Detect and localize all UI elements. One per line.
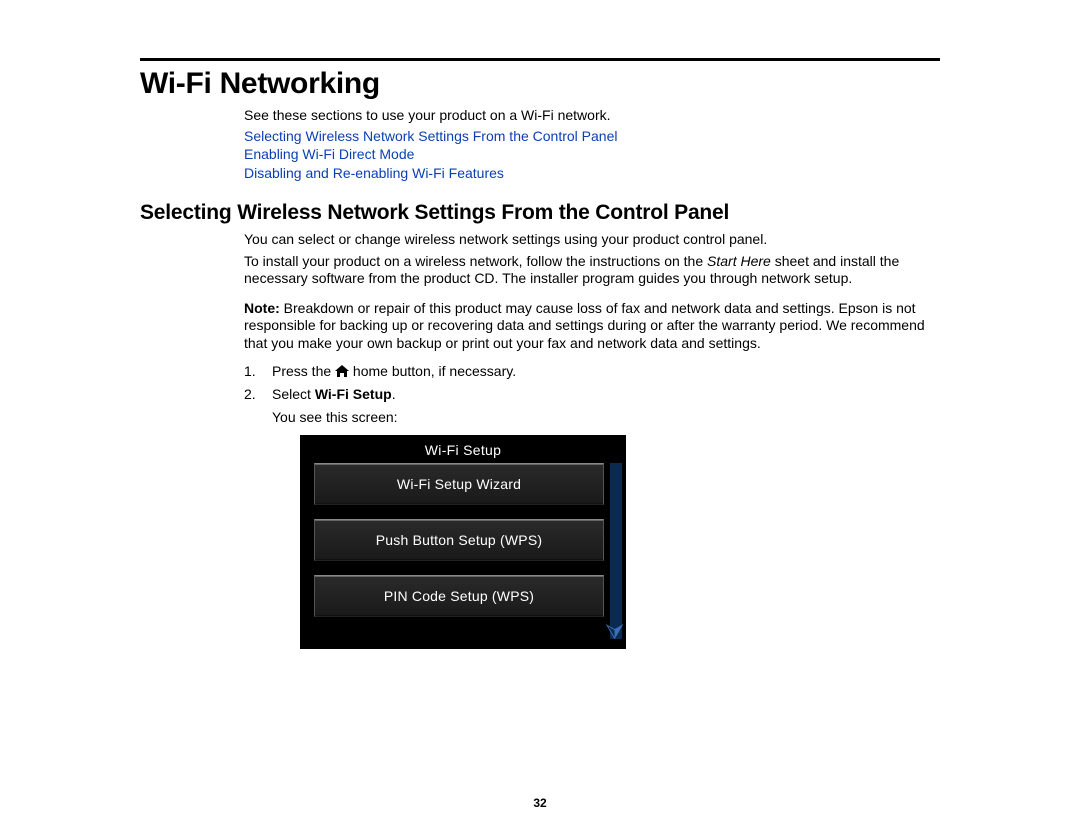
lcd-item-wizard: Wi-Fi Setup Wizard	[314, 463, 604, 505]
link-enable-wifi-direct[interactable]: Enabling Wi-Fi Direct Mode	[244, 145, 940, 164]
step-1: 1. Press the home button, if necessary.	[244, 362, 940, 381]
step-2-number: 2.	[244, 385, 256, 404]
step-2: 2. Select Wi-Fi Setup. You see this scre…	[244, 385, 940, 649]
step-1b: home button, if necessary.	[353, 363, 516, 379]
link-select-wireless[interactable]: Selecting Wireless Network Settings From…	[244, 127, 940, 146]
para-2a: To install your product on a wireless ne…	[244, 253, 707, 269]
top-rule	[140, 58, 940, 61]
lcd-screenshot: Wi-Fi Setup Wi-Fi Setup Wizard Push Butt…	[300, 435, 626, 649]
note-text: Breakdown or repair of this product may …	[244, 300, 925, 351]
page-number: 32	[0, 796, 1080, 810]
section-body: You can select or change wireless networ…	[244, 231, 940, 649]
intro-text: See these sections to use your product o…	[244, 107, 940, 125]
lcd-item-push-button: Push Button Setup (WPS)	[314, 519, 604, 561]
step-1-number: 1.	[244, 362, 256, 381]
start-here-italic: Start Here	[707, 253, 771, 269]
link-disable-reenable-wifi[interactable]: Disabling and Re-enabling Wi-Fi Features	[244, 164, 940, 183]
para-2: To install your product on a wireless ne…	[244, 253, 940, 288]
home-icon	[335, 363, 349, 375]
section-heading: Selecting Wireless Network Settings From…	[140, 201, 940, 225]
step-2b: .	[392, 386, 396, 402]
intro-block: See these sections to use your product o…	[244, 107, 940, 183]
lcd-title: Wi-Fi Setup	[300, 435, 626, 464]
lcd-scrollbar	[610, 463, 622, 639]
para-1: You can select or change wireless networ…	[244, 231, 940, 249]
step-2-sub: You see this screen:	[272, 408, 940, 427]
note-label: Note:	[244, 300, 280, 316]
step-1a: Press the	[272, 363, 335, 379]
page-title: Wi-Fi Networking	[140, 67, 940, 101]
steps-list: 1. Press the home button, if necessary. …	[244, 362, 940, 649]
step-2a: Select	[272, 386, 315, 402]
step-2-bold: Wi-Fi Setup	[315, 386, 392, 402]
manual-page: Wi-Fi Networking See these sections to u…	[0, 0, 1080, 834]
lcd-down-arrow-icon: ⮛	[605, 621, 624, 643]
note-paragraph: Note: Breakdown or repair of this produc…	[244, 300, 940, 353]
lcd-menu: Wi-Fi Setup Wizard Push Button Setup (WP…	[314, 463, 604, 631]
lcd-item-pin-code: PIN Code Setup (WPS)	[314, 575, 604, 617]
